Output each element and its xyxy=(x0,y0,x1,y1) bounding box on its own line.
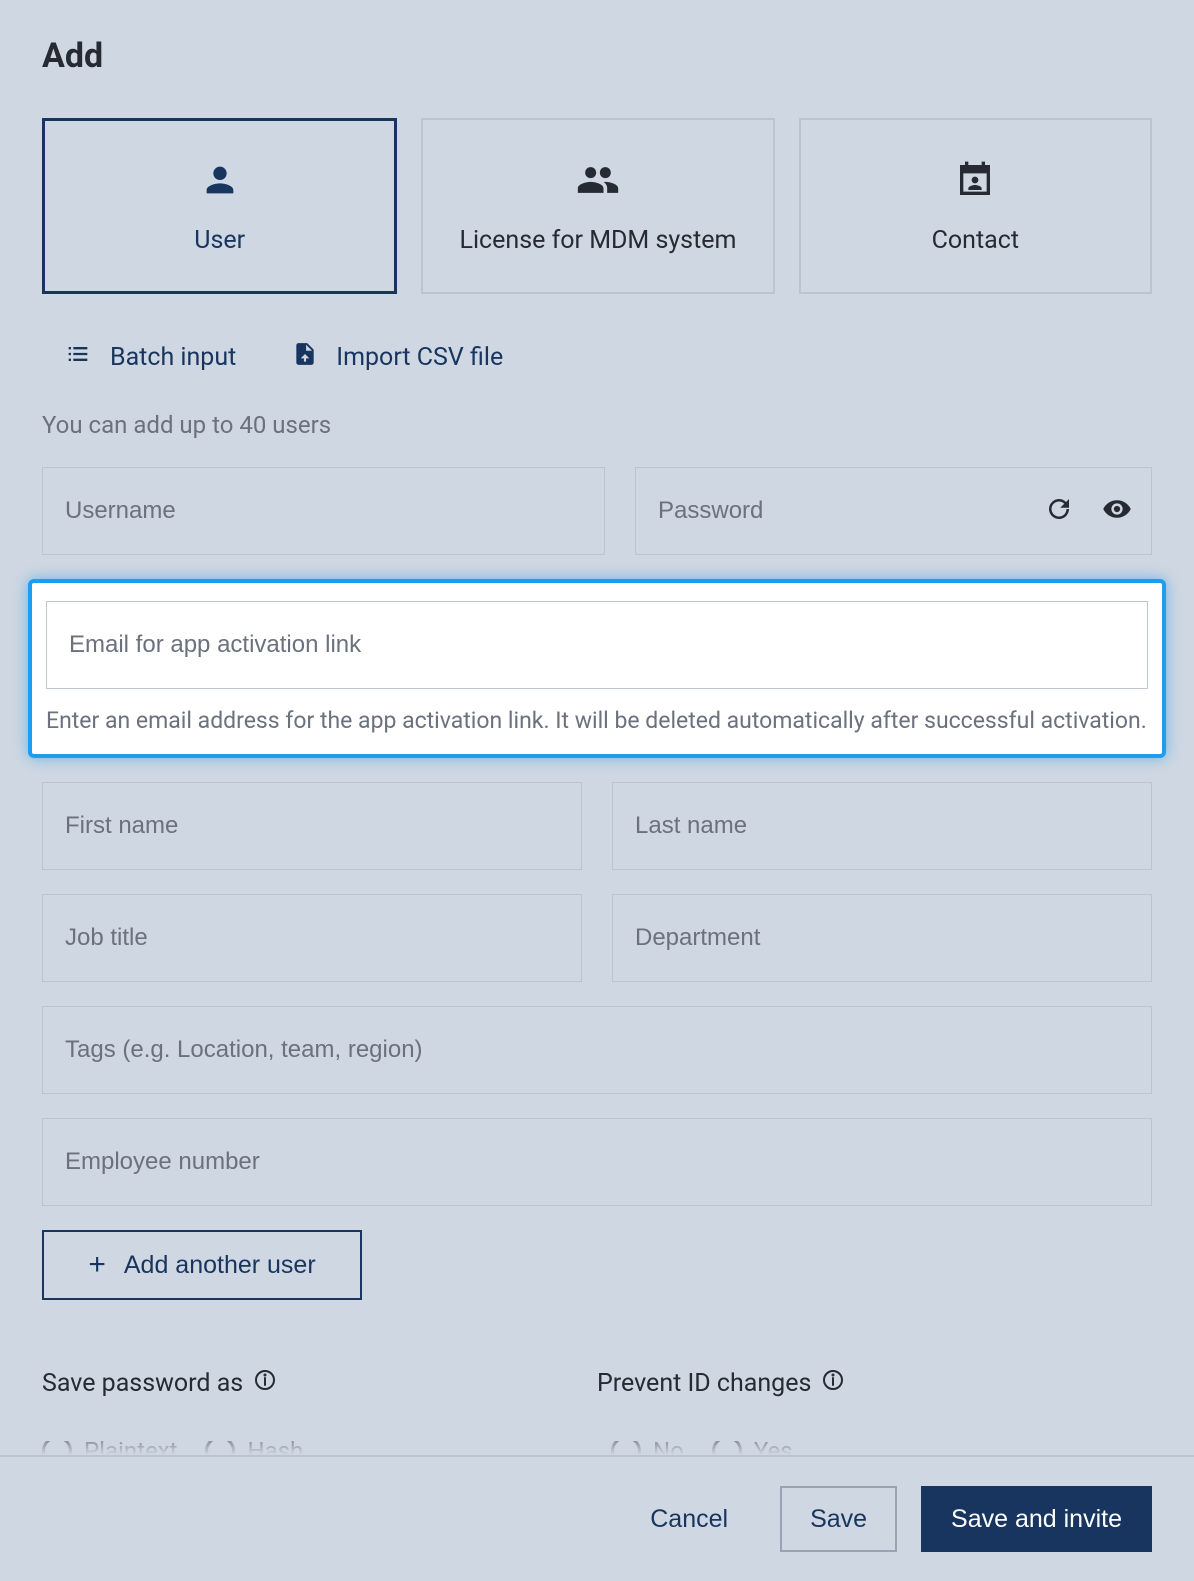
user-limit-hint: You can add up to 40 users xyxy=(42,411,1152,439)
user-icon xyxy=(198,158,242,202)
batch-input-button[interactable]: Batch input xyxy=(64,340,236,375)
employee-number-input[interactable] xyxy=(42,1118,1152,1206)
page-title: Add xyxy=(42,36,1152,76)
file-upload-icon xyxy=(292,341,318,374)
tab-license[interactable]: License for MDM system xyxy=(421,118,774,294)
import-csv-label: Import CSV file xyxy=(336,343,503,372)
tab-contact-label: Contact xyxy=(932,226,1019,255)
list-icon xyxy=(64,340,92,375)
info-icon[interactable] xyxy=(253,1368,277,1399)
import-csv-button[interactable]: Import CSV file xyxy=(292,341,503,374)
cancel-button[interactable]: Cancel xyxy=(622,1486,756,1552)
username-input[interactable] xyxy=(42,467,605,555)
tab-user[interactable]: User xyxy=(42,118,397,294)
tab-contact[interactable]: Contact xyxy=(799,118,1152,294)
email-input[interactable] xyxy=(46,601,1148,689)
save-and-invite-button[interactable]: Save and invite xyxy=(921,1486,1152,1552)
group-icon xyxy=(576,158,620,202)
tags-input[interactable] xyxy=(42,1006,1152,1094)
batch-input-label: Batch input xyxy=(110,343,236,372)
footer-bar: Cancel Save Save and invite xyxy=(0,1455,1194,1581)
refresh-icon[interactable] xyxy=(1044,494,1074,528)
department-input[interactable] xyxy=(612,894,1152,982)
type-tabs: User License for MDM system Contact xyxy=(42,118,1152,294)
info-icon[interactable] xyxy=(821,1368,845,1399)
email-description: Enter an email address for the app activ… xyxy=(46,705,1148,736)
eye-icon[interactable] xyxy=(1102,494,1132,528)
last-name-input[interactable] xyxy=(612,782,1152,870)
email-highlight-block: Enter an email address for the app activ… xyxy=(28,579,1166,758)
tab-license-label: License for MDM system xyxy=(460,226,737,255)
contact-icon xyxy=(953,158,997,202)
job-title-input[interactable] xyxy=(42,894,582,982)
save-button[interactable]: Save xyxy=(780,1486,897,1552)
prevent-id-heading: Prevent ID changes xyxy=(597,1368,1152,1399)
plus-icon: + xyxy=(88,1248,106,1282)
add-another-label: Add another user xyxy=(124,1251,316,1280)
first-name-input[interactable] xyxy=(42,782,582,870)
tab-user-label: User xyxy=(194,226,245,255)
save-password-heading: Save password as xyxy=(42,1368,597,1399)
add-another-user-button[interactable]: + Add another user xyxy=(42,1230,362,1300)
